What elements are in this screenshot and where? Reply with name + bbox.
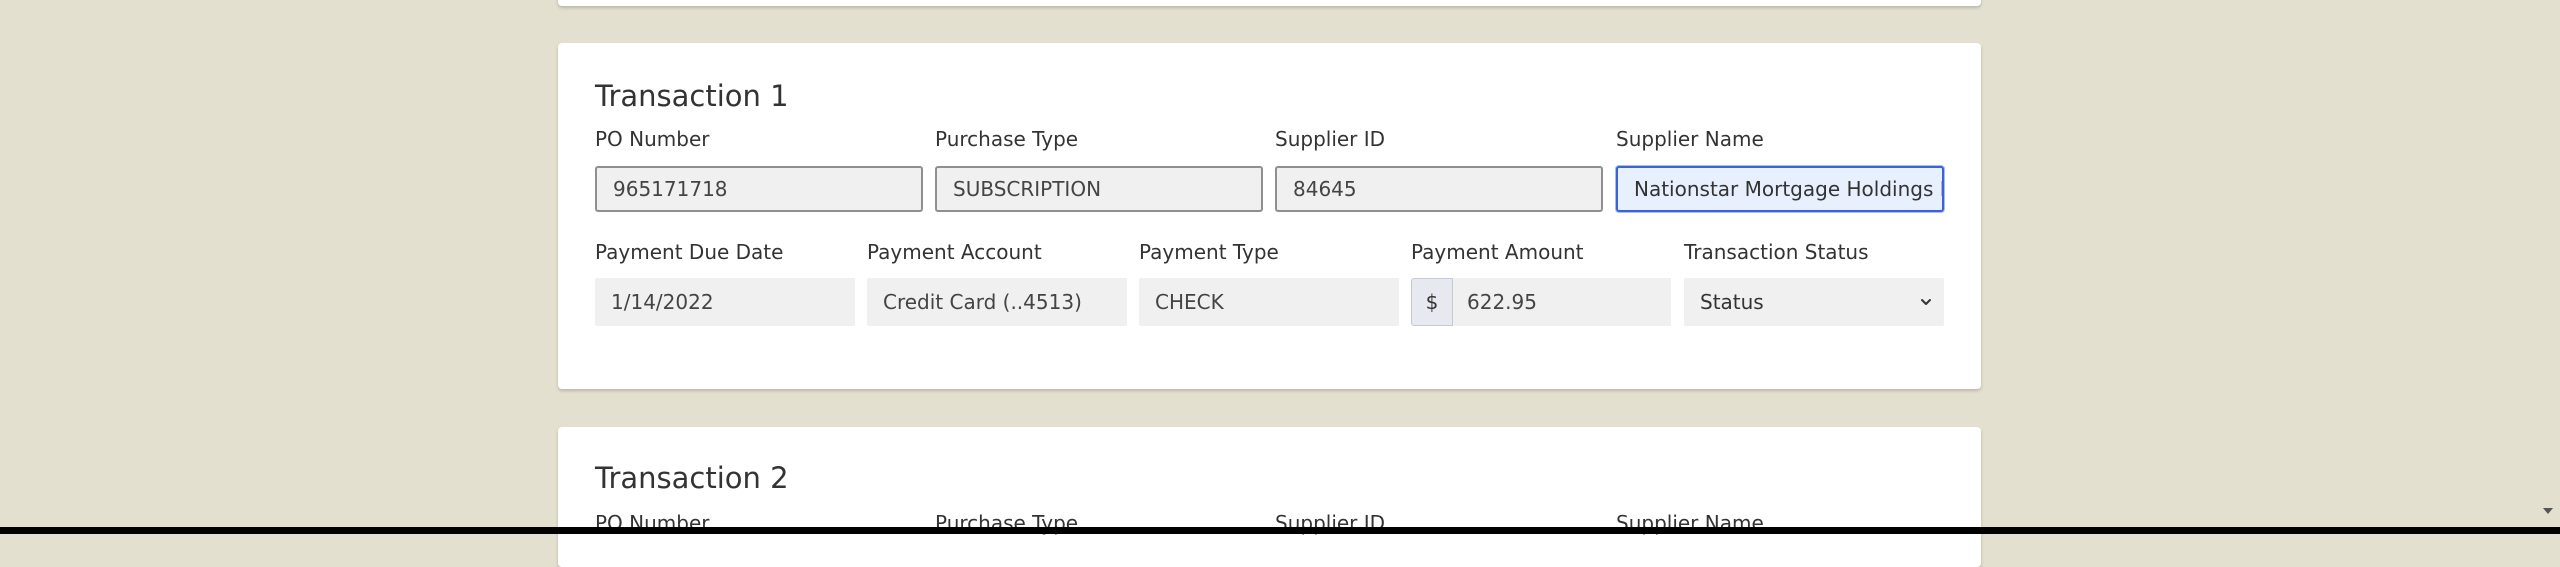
payment-amount-label: Payment Amount [1411,240,1584,264]
payment-amount-field[interactable]: 622.95 [1453,278,1671,326]
purchase-type-value: SUBSCRIPTION [953,177,1102,201]
payment-type-field[interactable]: CHECK [1139,278,1399,326]
payment-due-date-label: Payment Due Date [595,240,784,264]
scroll-down-arrow-icon[interactable] [2542,505,2554,517]
po-number-value: 965171718 [613,177,728,201]
supplier-name-field[interactable]: Nationstar Mortgage Holdings In [1616,166,1944,212]
supplier-name-label: Supplier Name [1616,127,1764,151]
payment-account-label: Payment Account [867,240,1042,264]
chevron-down-icon [1921,299,1931,305]
payment-amount-value: 622.95 [1467,290,1537,314]
payment-amount-group: $ 622.95 [1411,278,1671,326]
transaction-title: Transaction 1 [595,79,789,113]
payment-due-date-value: 1/14/2022 [611,290,714,314]
po-number-field[interactable]: 965171718 [595,166,923,212]
payment-type-value: CHECK [1155,290,1224,314]
po-number-label: PO Number [595,127,710,151]
transaction-card-2: Transaction 2 PO Number Purchase Type Su… [558,427,1981,567]
supplier-id-value: 84645 [1293,177,1357,201]
supplier-name-value: Nationstar Mortgage Holdings In [1634,177,1944,201]
transaction-status-label: Transaction Status [1684,240,1869,264]
currency-addon: $ [1411,278,1453,326]
payment-due-date-field[interactable]: 1/14/2022 [595,278,855,326]
bottom-bar [0,527,2560,534]
transaction-status-value: Status [1700,290,1764,314]
transaction-title: Transaction 2 [595,461,789,495]
transaction-status-select[interactable]: Status [1684,278,1944,326]
payment-account-value: Credit Card (..4513) [883,290,1082,314]
transaction-card-1: Transaction 1 PO Number Purchase Type Su… [558,43,1981,389]
payment-account-field[interactable]: Credit Card (..4513) [867,278,1127,326]
payment-type-label: Payment Type [1139,240,1279,264]
previous-transaction-card [558,0,1981,6]
purchase-type-label: Purchase Type [935,127,1079,151]
supplier-id-field[interactable]: 84645 [1275,166,1603,212]
purchase-type-field[interactable]: SUBSCRIPTION [935,166,1263,212]
supplier-id-label: Supplier ID [1275,127,1386,151]
